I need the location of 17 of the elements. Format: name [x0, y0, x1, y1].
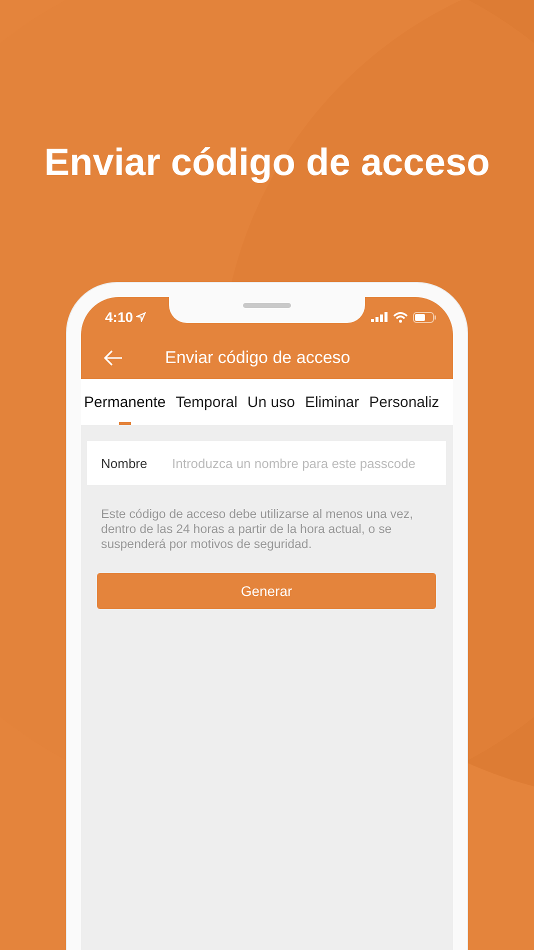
headline: Enviar código de acceso [44, 142, 490, 185]
tab[interactable]: Un uso [247, 379, 295, 425]
tab[interactable]: Eliminar [304, 379, 360, 425]
notice-text: Este código de acceso debe utilizarse al menos una vez, dentro de las 24 horas a partir de la hora actual, o se suspenderá por motivos de seguridad. [101, 507, 414, 552]
speaker-icon [243, 303, 291, 308]
name-input[interactable]: Introduzca un nombre para este passcode [172, 456, 446, 470]
tab[interactable]: Temporal [176, 379, 238, 425]
tab[interactable]: Personaliz [369, 379, 440, 425]
status-time: 4:10 [105, 309, 134, 325]
back-arrow-icon[interactable] [103, 350, 123, 366]
battery-icon [413, 312, 437, 322]
wifi-icon [393, 312, 408, 322]
signal-icon [371, 312, 388, 322]
screen-title: Enviar código de acceso [165, 348, 350, 368]
location-arrow-icon [136, 312, 146, 322]
name-field[interactable]: Nombre Introduzca un nombre para este passcode [87, 441, 446, 485]
field-label: Nombre [101, 456, 148, 470]
